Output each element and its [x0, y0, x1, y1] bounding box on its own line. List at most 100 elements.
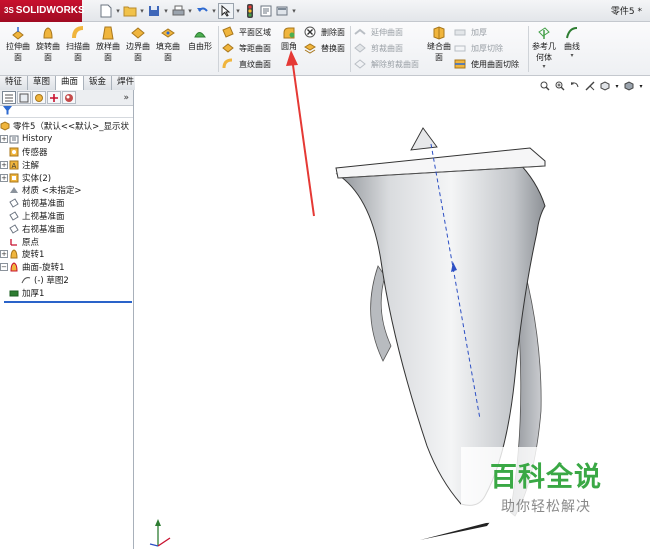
- origin-icon: [9, 237, 19, 247]
- knit-surface-button[interactable]: 缝合曲面: [426, 24, 452, 72]
- tree-item[interactable]: 加厚1: [0, 286, 133, 299]
- filled-surface-button[interactable]: 填充曲面: [154, 24, 182, 72]
- traffic-light-icon[interactable]: [242, 3, 258, 19]
- collapse-icon[interactable]: −: [0, 263, 8, 272]
- surface-revolve-icon: [9, 262, 19, 272]
- options-icon[interactable]: [274, 3, 290, 19]
- undo-icon[interactable]: [194, 3, 210, 19]
- tree-item[interactable]: 原点: [0, 235, 133, 248]
- ruled-surface-button[interactable]: 直纹曲面: [222, 56, 271, 72]
- ruled-surface-icon: [222, 58, 234, 70]
- plane-icon: [9, 224, 19, 234]
- offset-surface-icon: [222, 42, 234, 54]
- untrim-surface-button[interactable]: 解除剪裁曲面: [354, 56, 419, 72]
- reference-geometry-dropdown-icon[interactable]: ▾: [532, 63, 556, 70]
- select-cursor-icon[interactable]: [218, 3, 234, 19]
- boundary-surface-button[interactable]: 边界曲面: [124, 24, 152, 72]
- tree-item[interactable]: + 实体(2): [0, 171, 133, 184]
- tab-3[interactable]: 钣金: [84, 76, 113, 90]
- surface-cut-button[interactable]: 使用曲面切除: [454, 56, 519, 72]
- print-icon[interactable]: [170, 3, 186, 19]
- thicken-cut-button[interactable]: 加厚切除: [454, 40, 519, 56]
- undo-dropdown-icon[interactable]: ▾: [210, 3, 218, 19]
- tree-item[interactable]: (-) 草图2: [0, 274, 133, 287]
- section-view-icon[interactable]: [584, 80, 596, 92]
- thicken-feature-icon: [9, 288, 19, 298]
- reference-geometry-button[interactable]: 参考几何体 ▾: [532, 24, 556, 72]
- options-dropdown-icon[interactable]: ▾: [290, 3, 298, 19]
- tree-root[interactable]: 零件5（默认<<默认>_显示状: [0, 120, 133, 133]
- tree-item[interactable]: + History: [0, 133, 133, 146]
- new-document-icon[interactable]: [98, 3, 114, 19]
- expand-icon[interactable]: +: [0, 160, 8, 169]
- ribbon-column-1: 平面区域 等距曲面 直纹曲面: [222, 24, 271, 72]
- tab-0[interactable]: 特征: [0, 76, 29, 90]
- display-style-icon[interactable]: [623, 80, 635, 92]
- tab-1[interactable]: 草图: [28, 76, 57, 90]
- planar-surface-button[interactable]: 平面区域: [222, 24, 271, 40]
- zoom-to-fit-icon[interactable]: [539, 80, 551, 92]
- property-manager-tab[interactable]: [17, 91, 31, 104]
- lofted-surface-button[interactable]: 放样曲面: [94, 24, 122, 72]
- tree-item[interactable]: + A 注解: [0, 158, 133, 171]
- new-dropdown-icon[interactable]: ▾: [114, 3, 122, 19]
- tree-item[interactable]: + 旋转1: [0, 248, 133, 261]
- pane-more-icon[interactable]: »: [123, 93, 129, 103]
- display-manager-tab[interactable]: [62, 91, 76, 104]
- configuration-manager-tab[interactable]: [32, 91, 46, 104]
- view-orientation-icon[interactable]: [599, 80, 611, 92]
- file-properties-icon[interactable]: [258, 3, 274, 19]
- display-style-dropdown-icon[interactable]: ▾: [638, 80, 644, 92]
- app-name: SOLIDWORKS: [15, 5, 85, 16]
- ruled-surface-label: 直纹曲面: [239, 59, 271, 69]
- thicken-button[interactable]: 加厚: [454, 24, 519, 40]
- zoom-to-area-icon[interactable]: [554, 80, 566, 92]
- select-dropdown-icon[interactable]: ▾: [234, 3, 242, 19]
- extend-surface-button[interactable]: 延伸曲面: [354, 24, 419, 40]
- tree-item[interactable]: 前视基准面: [0, 197, 133, 210]
- fillet-button[interactable]: 圆角: [276, 24, 302, 72]
- tree-item-label: 旋转1: [22, 250, 45, 261]
- dimxpert-manager-tab[interactable]: [47, 91, 61, 104]
- expand-icon[interactable]: +: [0, 250, 8, 259]
- revolved-surface-button[interactable]: 旋转曲面: [34, 24, 62, 72]
- delete-face-button[interactable]: 删除面: [304, 24, 345, 40]
- freeform-label: 自由形: [188, 42, 212, 51]
- open-folder-icon[interactable]: [122, 3, 138, 19]
- surface-cut-icon: [454, 58, 466, 70]
- print-dropdown-icon[interactable]: ▾: [186, 3, 194, 19]
- filter-icon: [3, 105, 12, 118]
- revolved-surface-icon: [41, 26, 55, 40]
- save-dropdown-icon[interactable]: ▾: [162, 3, 170, 19]
- tree-item[interactable]: − 曲面-旋转1: [0, 261, 133, 274]
- feature-manager-tab[interactable]: [2, 91, 16, 104]
- ribbon-separator: [528, 26, 529, 72]
- tree-item-label: 曲面-旋转1: [22, 263, 65, 274]
- rollback-bar[interactable]: [4, 301, 132, 303]
- extruded-surface-button[interactable]: 拉伸曲面: [4, 24, 32, 72]
- lofted-surface-icon: [101, 26, 115, 40]
- tree-item[interactable]: 右视基准面: [0, 222, 133, 235]
- curves-dropdown-icon[interactable]: ▾: [560, 52, 584, 59]
- knit-surface-label: 缝合曲面: [427, 42, 451, 62]
- curves-button[interactable]: 曲线 ▾: [560, 24, 584, 72]
- offset-surface-button[interactable]: 等距曲面: [222, 40, 271, 56]
- delete-face-label: 删除面: [321, 27, 345, 37]
- expand-icon[interactable]: +: [0, 173, 8, 182]
- tree-item[interactable]: 上视基准面: [0, 210, 133, 223]
- tab-2[interactable]: 曲面: [56, 76, 85, 90]
- filled-surface-icon: [161, 26, 175, 40]
- expand-icon[interactable]: +: [0, 135, 8, 144]
- previous-view-icon[interactable]: [569, 80, 581, 92]
- trim-surface-button[interactable]: 剪裁曲面: [354, 40, 419, 56]
- swept-surface-button[interactable]: 扫描曲面: [64, 24, 92, 72]
- view-orientation-dropdown-icon[interactable]: ▾: [614, 80, 620, 92]
- replace-face-label: 替换面: [321, 43, 345, 53]
- tree-filter-row[interactable]: [0, 105, 133, 118]
- save-icon[interactable]: [146, 3, 162, 19]
- freeform-button[interactable]: 自由形: [186, 24, 214, 72]
- tree-item[interactable]: 传感器: [0, 146, 133, 159]
- tree-item[interactable]: 材质 <未指定>: [0, 184, 133, 197]
- open-dropdown-icon[interactable]: ▾: [138, 3, 146, 19]
- replace-face-button[interactable]: 替换面: [304, 40, 345, 56]
